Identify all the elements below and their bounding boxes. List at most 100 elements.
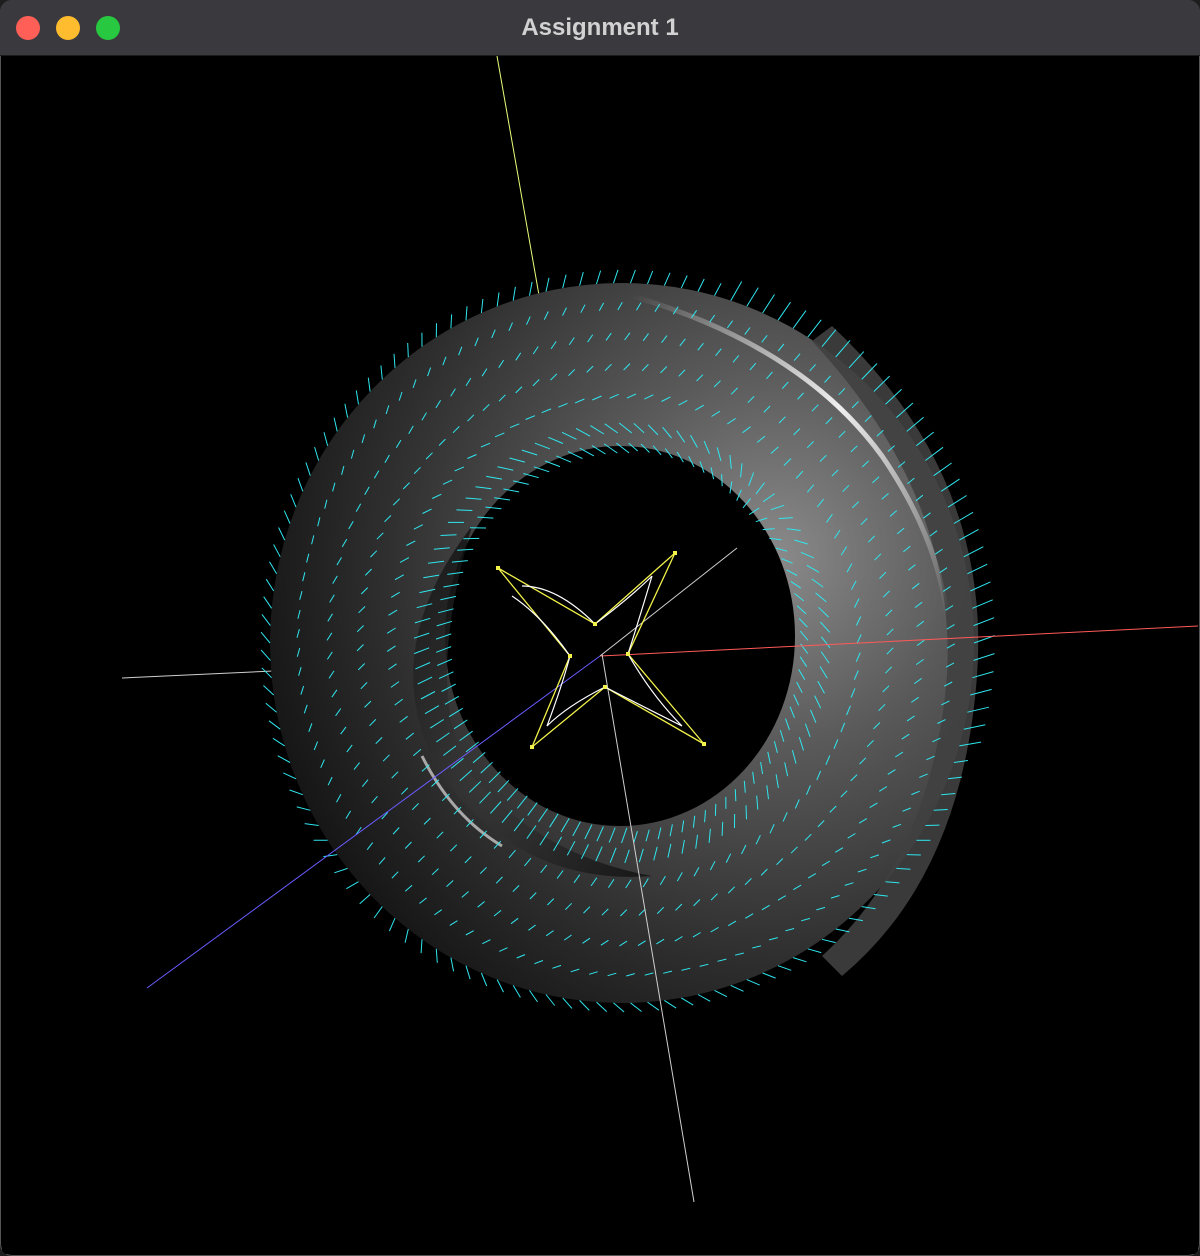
normal-vector <box>278 527 286 541</box>
normal-vector <box>355 390 359 405</box>
normal-vector <box>263 685 275 696</box>
normal-vector <box>261 614 271 626</box>
normal-vector <box>480 298 484 314</box>
normal-vector <box>734 789 737 802</box>
normal-vector <box>268 720 281 730</box>
normal-vector <box>359 894 371 905</box>
app-window: Assignment 1 <box>0 0 1200 1256</box>
normal-vector <box>314 446 320 461</box>
normal-vector <box>730 984 744 992</box>
normal-vector <box>273 544 281 558</box>
normal-vector <box>407 342 409 358</box>
normal-vector <box>835 928 850 933</box>
normal-vector <box>297 478 304 492</box>
control-point[interactable] <box>568 654 572 658</box>
normal-vector <box>545 994 556 1006</box>
normal-vector <box>807 319 822 338</box>
normal-vector <box>269 561 278 575</box>
normal-vector <box>465 965 471 980</box>
scene-render <box>121 56 1198 1203</box>
normal-vector <box>367 377 371 392</box>
normal-vector <box>344 403 349 418</box>
normal-vector <box>512 286 516 301</box>
normal-vector <box>296 806 311 811</box>
normal-vector <box>714 283 722 296</box>
opengl-viewport[interactable] <box>2 56 1198 1254</box>
normal-vector <box>305 462 311 476</box>
normal-vector <box>496 292 500 307</box>
normal-vector <box>334 867 348 874</box>
normal-vector <box>465 306 468 321</box>
normal-vector <box>420 939 423 954</box>
normal-vector <box>404 928 409 943</box>
normal-vector <box>681 997 694 1006</box>
normal-vector <box>630 269 636 284</box>
normal-vector <box>323 854 338 858</box>
normal-vector <box>663 272 671 286</box>
normal-vector <box>562 997 573 1009</box>
normal-vector <box>647 270 654 285</box>
normal-vector <box>579 271 584 286</box>
title-bar[interactable]: Assignment 1 <box>0 0 1200 56</box>
normal-vector <box>746 287 759 307</box>
control-point[interactable] <box>603 685 607 689</box>
normal-vector <box>792 957 807 963</box>
normal-vector <box>777 301 791 321</box>
normal-vector <box>745 805 747 820</box>
normal-vector <box>380 365 383 380</box>
control-point[interactable] <box>626 652 630 656</box>
normal-vector <box>323 432 329 446</box>
normal-vector <box>265 702 277 713</box>
normal-vector <box>393 353 396 368</box>
normal-vector <box>596 270 602 285</box>
control-point[interactable] <box>593 622 597 626</box>
normal-vector <box>450 314 453 329</box>
normal-vector <box>762 972 776 979</box>
normal-vector <box>529 281 533 296</box>
normal-vector <box>304 823 319 826</box>
normal-vector <box>456 509 473 511</box>
normal-vector <box>714 989 728 998</box>
normal-vector <box>440 534 457 536</box>
normal-vector <box>260 631 271 644</box>
normal-vector <box>680 275 688 289</box>
normal-vector <box>450 957 455 972</box>
normal-vector <box>290 494 297 508</box>
normal-vector <box>721 474 723 487</box>
normal-vector <box>263 596 273 609</box>
normal-vector <box>664 999 677 1009</box>
normal-vector <box>647 1001 660 1011</box>
normal-vector <box>697 278 705 292</box>
control-point[interactable] <box>673 551 677 555</box>
normal-vector <box>613 1002 625 1013</box>
normal-vector <box>579 1000 590 1011</box>
normal-vector <box>792 310 807 329</box>
normal-vector <box>388 917 396 932</box>
normal-vector <box>613 269 619 284</box>
normal-vector <box>746 979 760 986</box>
normal-vector <box>435 948 438 963</box>
normal-vector <box>807 948 822 954</box>
normal-vector <box>777 965 792 971</box>
normal-vector <box>697 994 711 1002</box>
window-title: Assignment 1 <box>521 14 679 41</box>
control-point[interactable] <box>702 742 706 746</box>
torus-surface <box>270 283 979 1003</box>
normal-vector <box>261 667 272 679</box>
control-point[interactable] <box>530 745 534 749</box>
normal-vector <box>265 578 275 592</box>
normal-vector <box>730 281 743 301</box>
normal-vector <box>821 938 836 944</box>
normal-vector <box>596 1001 608 1012</box>
normal-vector <box>762 294 775 314</box>
normal-vector <box>333 417 338 432</box>
normal-vector <box>545 277 550 292</box>
normal-vector <box>289 789 303 796</box>
normal-vector <box>373 906 383 919</box>
control-point[interactable] <box>496 566 500 570</box>
normal-vector <box>346 881 359 890</box>
normal-vector <box>260 649 271 661</box>
normal-vector <box>283 510 291 524</box>
normal-vector <box>630 1002 642 1012</box>
normal-vector <box>721 821 724 836</box>
